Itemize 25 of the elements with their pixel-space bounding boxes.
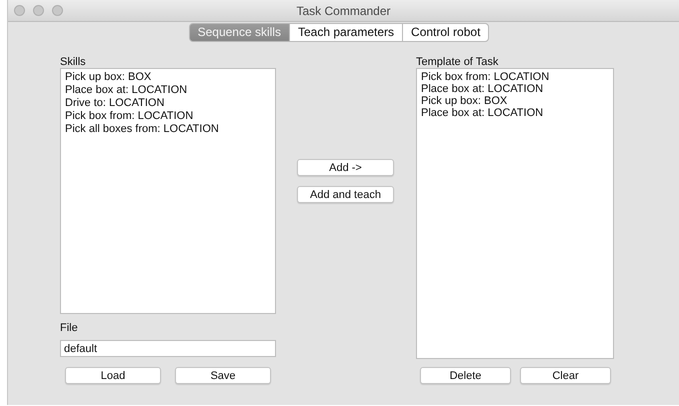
file-input-field[interactable]: default <box>60 340 276 357</box>
list-item[interactable]: Drive to: LOCATION <box>65 97 271 109</box>
file-label: File <box>60 322 79 334</box>
tab[interactable]: Control robot <box>402 23 490 42</box>
window-control-icon[interactable] <box>14 5 25 16</box>
list-item[interactable]: Pick all boxes from: LOCATION <box>65 123 271 135</box>
file-button[interactable]: Save <box>175 367 271 384</box>
window-control-icon[interactable] <box>33 5 44 16</box>
template-button[interactable]: Delete <box>420 367 511 384</box>
window-title: Task Commander <box>296 4 391 18</box>
skills-label: Skills <box>60 56 87 68</box>
list-item[interactable]: Pick up box: BOX <box>421 95 609 107</box>
list-item[interactable]: Place box at: LOCATION <box>65 84 271 96</box>
list-item[interactable]: Pick box from: LOCATION <box>421 71 609 83</box>
add-button[interactable]: Add and teach <box>297 186 394 203</box>
list-item[interactable]: Place box at: LOCATION <box>421 107 609 119</box>
file-button[interactable]: Load <box>65 367 161 384</box>
list-item[interactable]: Place box at: LOCATION <box>421 83 609 95</box>
window-control-icon[interactable] <box>52 5 63 16</box>
list-item[interactable]: Pick up box: BOX <box>65 71 271 83</box>
tab[interactable]: Teach parameters <box>288 23 404 42</box>
list-item[interactable]: Pick box from: LOCATION <box>65 110 271 122</box>
add-button[interactable]: Add -> <box>297 159 394 176</box>
template-button[interactable]: Clear <box>520 367 611 384</box>
template-label: Template of Task <box>416 56 500 68</box>
